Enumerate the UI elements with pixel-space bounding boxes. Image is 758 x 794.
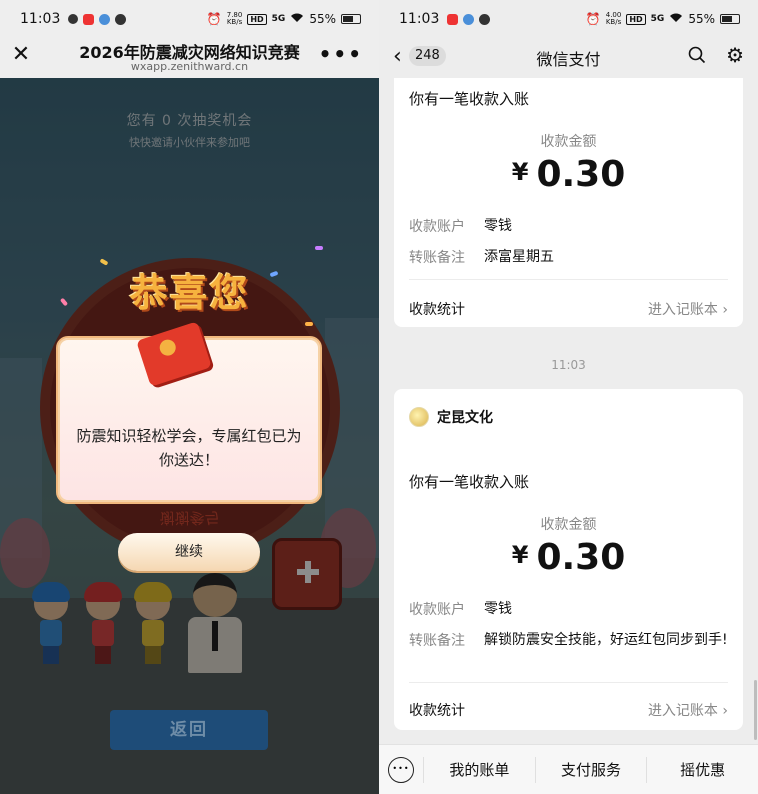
stats-row[interactable]: 收款统计 进入记账本 › [409, 700, 728, 720]
message-timestamp: 11:03 [551, 358, 586, 372]
ledger-link[interactable]: 进入记账本 › [648, 299, 728, 319]
merchant-logo-icon [409, 407, 429, 427]
amount-value: ¥0.30 [394, 154, 743, 195]
account-row: 收款账户 零钱 [409, 599, 728, 619]
alarm-icon: ⏰ [206, 12, 222, 26]
wifi-icon [290, 12, 304, 26]
stats-label: 收款统计 [409, 302, 465, 318]
congrats-title: 恭喜您 [129, 270, 250, 315]
account-label: 收款账户 [409, 219, 465, 235]
status-bar: 11:03 ⏰ 7.80 KB/s HD 5G 55% [0, 0, 379, 38]
stats-label: 收款统计 [409, 703, 465, 719]
sender-row: 定昆文化 [409, 407, 493, 427]
net-speed: 7.80 KB/s [227, 12, 243, 26]
note-label: 转账备注 [409, 250, 465, 266]
menu-shake-deals[interactable]: 摇优惠 [646, 756, 758, 783]
chat-header: ‹ 248 微信支付 ⚙ [379, 38, 758, 78]
alarm-icon: ⏰ [585, 12, 601, 26]
status-indicators: ⏰ 7.80 KB/s HD 5G 55% [207, 12, 361, 26]
ledger-link[interactable]: 进入记账本 › [648, 700, 728, 720]
reward-message: 防震知识轻松学会，专属红包已为你送达！ [76, 427, 302, 469]
wifi-icon [669, 12, 683, 26]
hd-badge: HD [247, 13, 267, 25]
battery-percent: 55% [309, 12, 336, 26]
scrollbar[interactable] [754, 680, 757, 740]
stats-row[interactable]: 收款统计 进入记账本 › [409, 299, 728, 319]
payment-card[interactable]: 定昆文化 你有一笔收款入账 收款金额 ¥0.30 收款账户 零钱 转账备注 解锁防震… [394, 389, 743, 730]
message-list[interactable]: 你有一笔收款入账 收款金额 ¥0.30 收款账户 零钱 转账备注 添富星期五 收款统… [379, 78, 758, 744]
right-screen: 11:03 ⏰ 4.00KB/s HD 5G 55% ‹ 248 微信支付 ⚙ [379, 0, 758, 794]
note-label: 转账备注 [409, 633, 465, 649]
more-menu-icon[interactable]: ••• [319, 42, 363, 66]
chat-bubble-icon [115, 13, 127, 25]
blue-app-icon [463, 13, 475, 25]
gear-icon[interactable]: ⚙ [726, 44, 744, 66]
continue-button[interactable]: 继续 [118, 533, 260, 571]
amount-label: 收款金额 [540, 134, 597, 150]
battery-percent: 55% [688, 12, 715, 26]
currency-symbol: ¥ [511, 541, 529, 569]
note-value: 解锁防震安全技能，好运红包同步到手! [484, 632, 728, 648]
amount-number: 0.30 [536, 154, 626, 195]
divider [409, 682, 728, 683]
miniapp-header: ✕ 2026年防震减灾网络知识竞赛 wxapp.zenithward.cn ••… [0, 38, 379, 78]
search-icon[interactable] [688, 46, 706, 64]
notification-icons [447, 13, 491, 25]
notification-icons [68, 13, 127, 25]
signal-5g: 5G [271, 14, 286, 24]
note-value: 添富星期五 [484, 249, 554, 265]
menu-my-bills[interactable]: 我的账单 [423, 756, 535, 783]
keyboard-toggle[interactable]: ••• [379, 745, 423, 794]
battery-icon [341, 14, 361, 24]
status-time: 11:03 [20, 11, 61, 27]
card-heading: 你有一笔收款入账 [409, 473, 530, 491]
account-value: 零钱 [484, 601, 512, 617]
net-speed: 4.00 KB/s [606, 12, 622, 26]
account-value: 零钱 [484, 218, 512, 234]
note-row: 转账备注 解锁防震安全技能，好运红包同步到手! [409, 630, 728, 650]
divider [409, 279, 728, 280]
status-bar: 11:03 ⏰ 4.00 KB/s HD 5G 55% [379, 0, 758, 38]
account-row: 收款账户 零钱 [409, 216, 728, 236]
back-button[interactable]: 返回 [110, 710, 268, 750]
payment-card[interactable]: 你有一笔收款入账 收款金额 ¥0.30 收款账户 零钱 转账备注 添富星期五 收款统… [394, 78, 743, 327]
confetti [305, 322, 313, 326]
signal-5g: 5G [650, 14, 665, 24]
wechat-icon [68, 14, 79, 24]
net-speed-unit: KB/s [226, 18, 243, 26]
card-heading: 你有一笔收款入账 [409, 90, 530, 108]
red-app-icon [447, 13, 459, 25]
confetti [315, 246, 323, 250]
hd-badge: HD [626, 13, 646, 25]
amount-label: 收款金额 [540, 517, 597, 533]
sender-name: 定昆文化 [437, 410, 493, 426]
net-speed-unit: KB/s [605, 18, 622, 26]
bottom-menu: ••• 我的账单 支付服务 摇优惠 [379, 744, 758, 794]
amount-number: 0.30 [536, 537, 626, 578]
chat-bubble-icon [479, 13, 491, 25]
status-time: 11:03 [399, 11, 440, 27]
wheel-prize-text: 谢谢参与 [159, 509, 220, 527]
amount-value: ¥0.30 [394, 537, 743, 578]
left-screen: 11:03 ⏰ 7.80 KB/s HD 5G 55% ✕ 2026年防震减灾网络… [0, 0, 379, 794]
red-app-icon [83, 13, 95, 25]
account-label: 收款账户 [409, 602, 465, 618]
currency-symbol: ¥ [511, 158, 529, 186]
keyboard-icon: ••• [388, 756, 414, 783]
status-indicators: ⏰ 4.00 KB/s HD 5G 55% [586, 12, 740, 26]
menu-pay-services[interactable]: 支付服务 [534, 756, 647, 783]
battery-icon [720, 14, 740, 24]
note-row: 转账备注 添富星期五 [409, 247, 728, 267]
blue-app-icon [99, 13, 111, 25]
